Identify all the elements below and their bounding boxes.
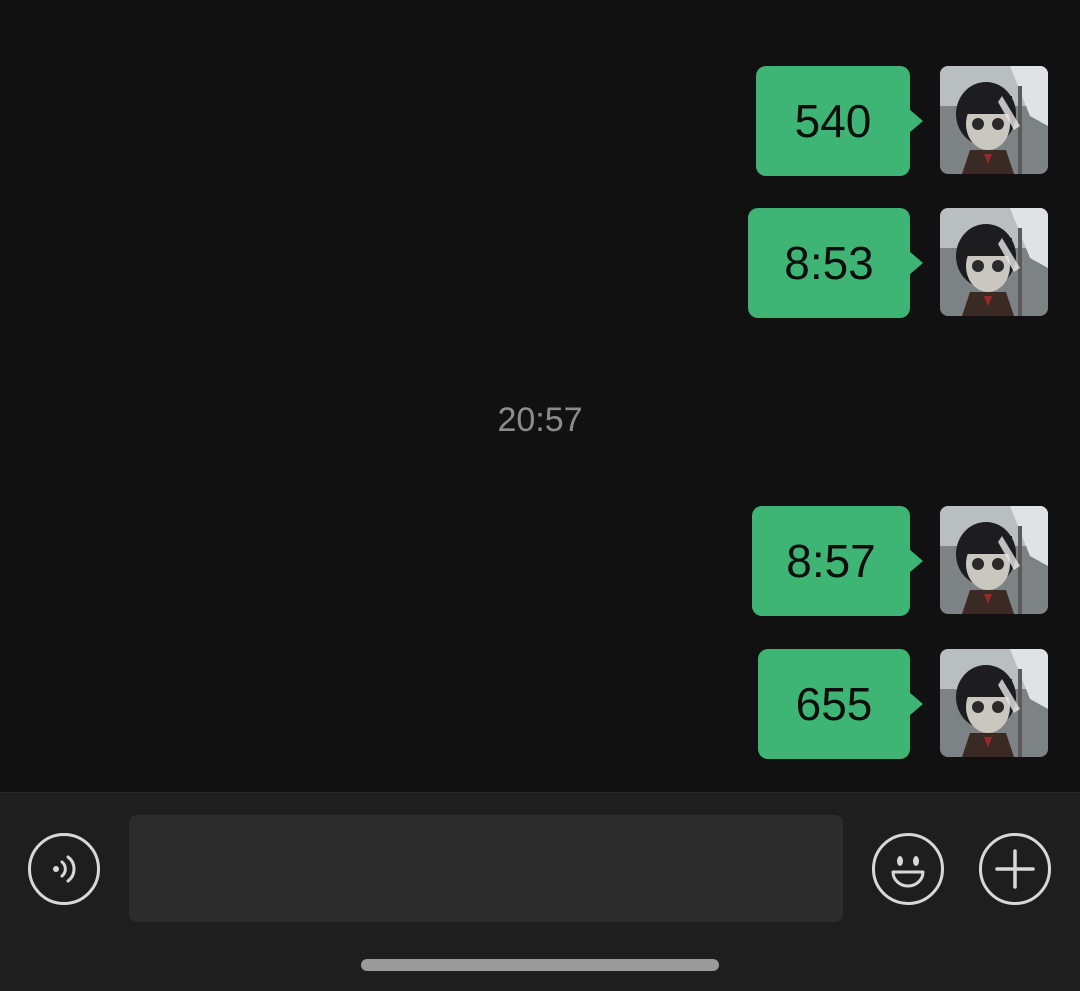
chat-screen: 540 8:53 20:57 8:57 655	[0, 0, 1080, 991]
emoji-button[interactable]	[872, 833, 944, 905]
message-list[interactable]: 540 8:53 20:57 8:57 655	[0, 0, 1080, 792]
message-bubble[interactable]: 655	[758, 649, 923, 759]
message-row: 8:53	[748, 208, 1048, 318]
message-bubble[interactable]: 540	[756, 66, 923, 176]
avatar[interactable]	[940, 208, 1048, 316]
emoji-icon	[891, 856, 925, 888]
voice-button[interactable]	[28, 833, 100, 905]
avatar[interactable]	[940, 506, 1048, 614]
message-row: 655	[758, 649, 1048, 759]
home-indicator[interactable]	[361, 959, 719, 971]
message-row: 540	[756, 66, 1048, 176]
avatar-image	[940, 208, 1048, 316]
more-options-button[interactable]	[979, 833, 1051, 905]
message-bubble[interactable]: 8:57	[752, 506, 923, 616]
plus-icon	[995, 849, 1035, 889]
voice-icon	[53, 855, 76, 883]
input-bar	[0, 792, 1080, 991]
message-bubble[interactable]: 8:53	[748, 208, 923, 318]
message-input[interactable]	[129, 815, 843, 922]
message-row: 8:57	[752, 506, 1048, 616]
avatar-image	[940, 66, 1048, 174]
avatar[interactable]	[940, 649, 1048, 757]
time-divider: 20:57	[497, 401, 583, 439]
avatar-image	[940, 506, 1048, 614]
avatar-image	[940, 649, 1048, 757]
avatar[interactable]	[940, 66, 1048, 174]
